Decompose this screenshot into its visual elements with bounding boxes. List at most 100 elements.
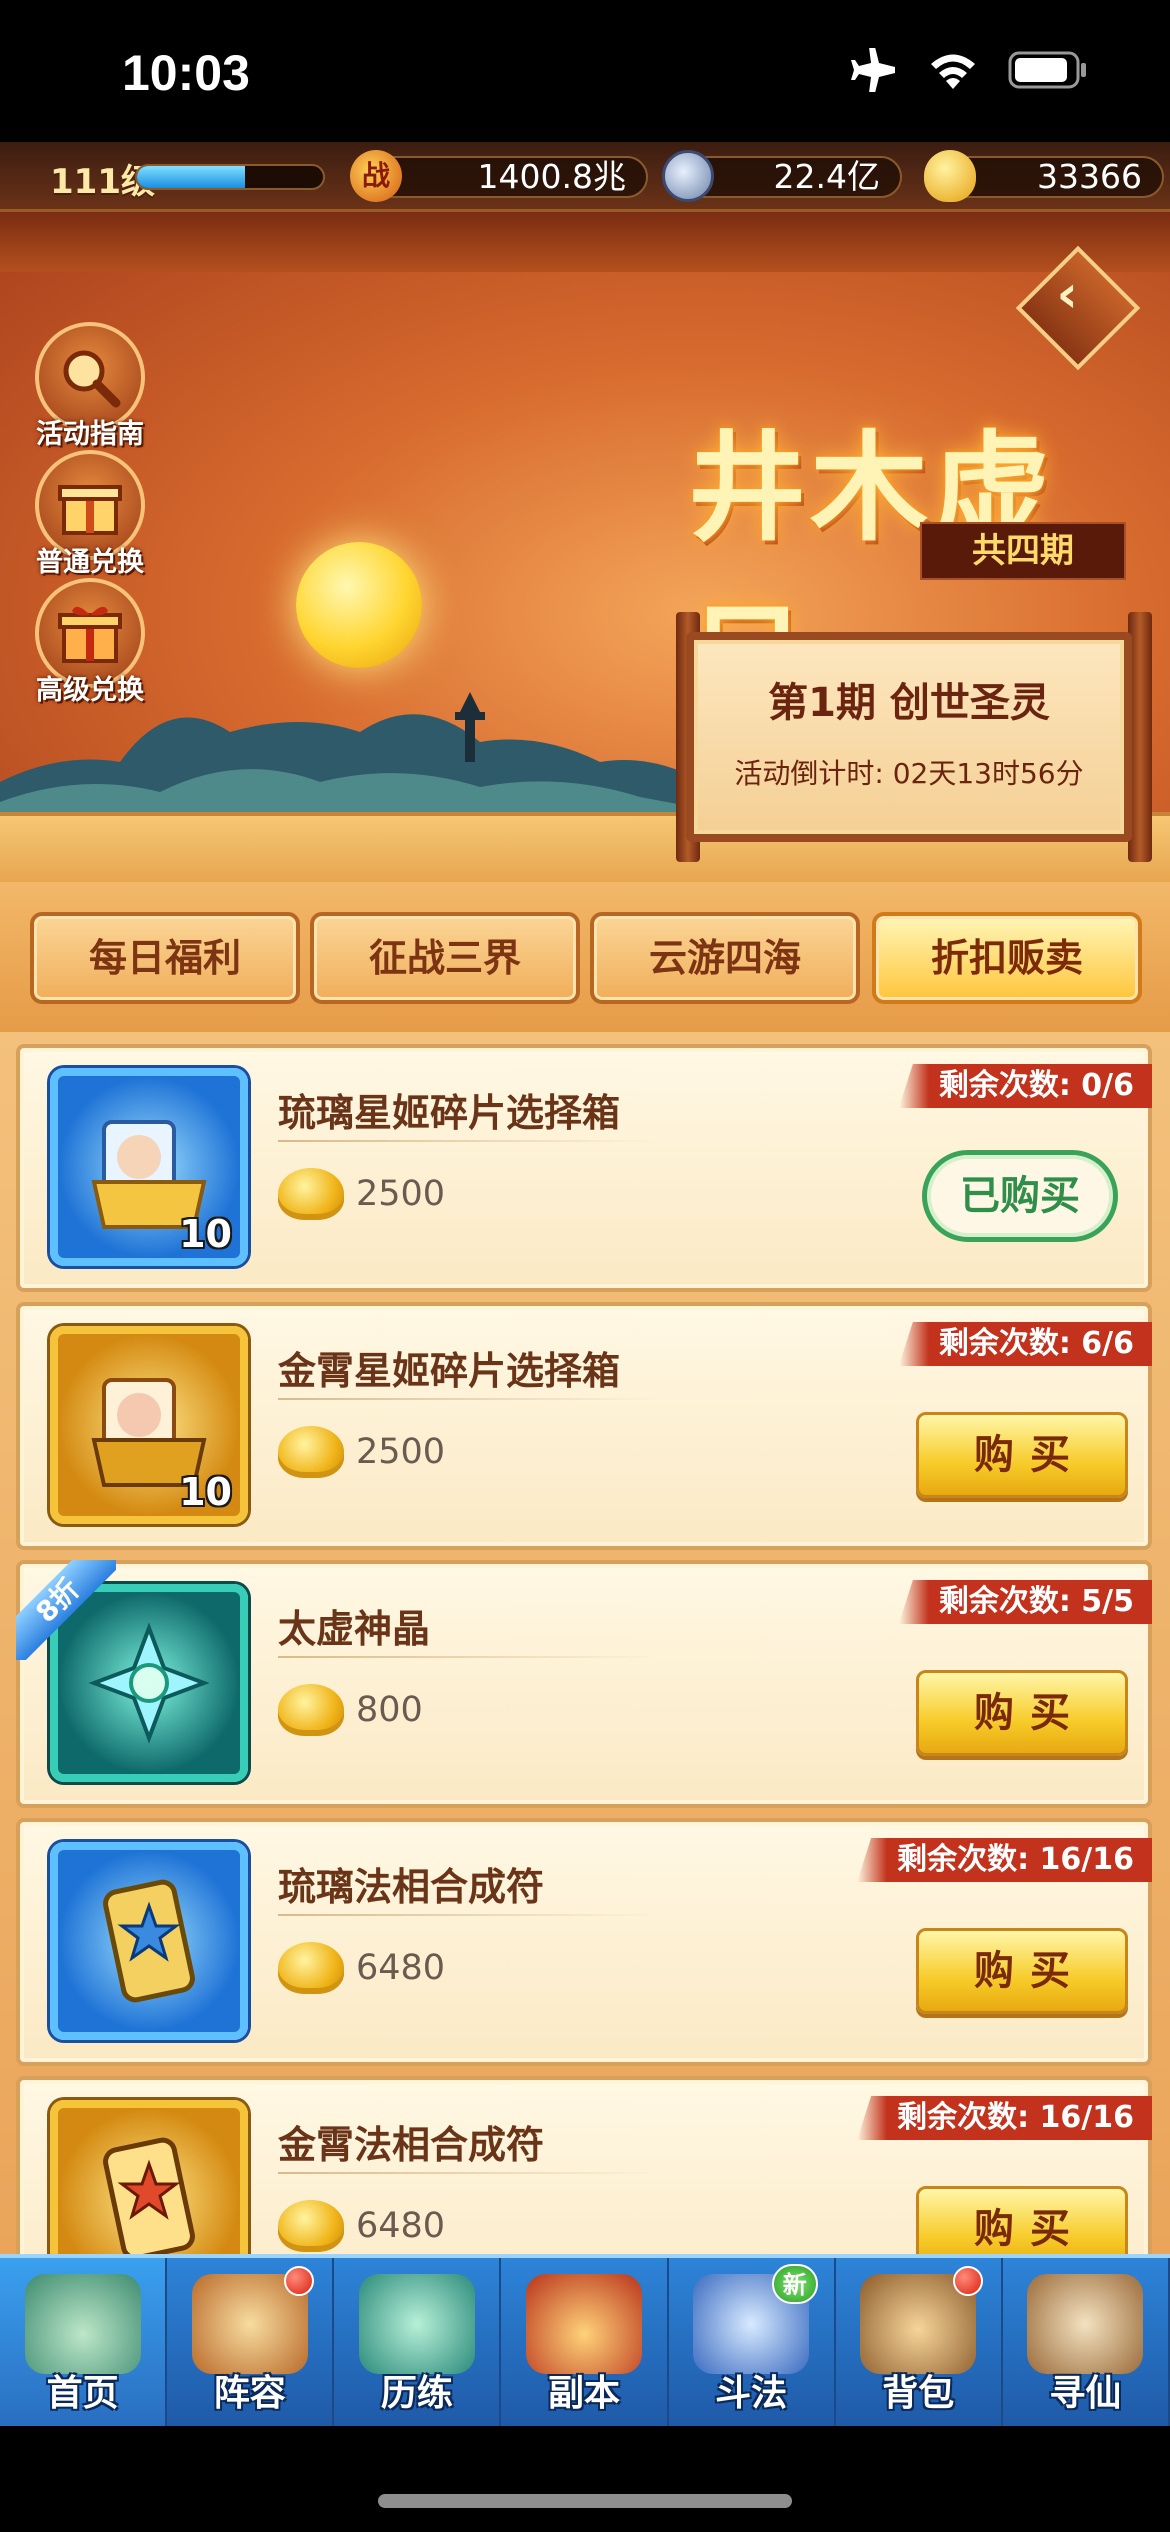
event-subtitle: 共四期 <box>920 522 1126 580</box>
gold-ingot-icon <box>278 1426 344 1478</box>
shop-item: 10 琉璃星姬碎片选择箱 2500 剩余次数: 0/6 已购买 <box>16 1044 1152 1292</box>
status-time: 10:03 <box>122 45 250 101</box>
price-value: 800 <box>356 1690 423 1730</box>
gold-ingot-icon <box>278 1942 344 1994</box>
price-value: 2500 <box>356 1432 446 1472</box>
nav-lineup[interactable]: 阵容 <box>167 2258 335 2426</box>
fragment-chest-icon[interactable]: 10 <box>50 1068 248 1266</box>
item-name: 金霄星姬碎片选择箱 <box>278 1349 621 1393</box>
gold-ingot-icon <box>278 1684 344 1736</box>
fragment-chest-icon[interactable]: 10 <box>50 1326 248 1524</box>
home-indicator[interactable] <box>378 2494 792 2508</box>
divider <box>278 2172 658 2174</box>
shop-item: 金霄法相合成符 6480 剩余次数: 16/16 购买 <box>16 2076 1152 2254</box>
price-value: 6480 <box>356 2206 446 2246</box>
discount-label: 8折 <box>16 1560 116 1660</box>
item-quantity: 10 <box>179 1470 232 1514</box>
buy-button[interactable]: 购买 <box>916 1412 1128 1498</box>
item-price: 6480 <box>278 2200 445 2252</box>
nav-dungeon[interactable]: 副本 <box>501 2258 669 2426</box>
bottom-nav: 首页 阵容 历练 副本 新 斗法 背包 寻仙 <box>0 2254 1170 2426</box>
period-title: 第1期 创世圣灵 <box>768 680 1050 726</box>
tab-daily-welfare[interactable]: 每日福利 <box>30 912 300 1004</box>
nav-lineup-label: 阵容 <box>213 2373 286 2414</box>
gold-ingot-icon <box>278 2200 344 2252</box>
normal-exchange-label: 普通兑换 <box>36 547 144 578</box>
nav-home[interactable]: 首页 <box>0 2258 168 2426</box>
activity-guide-label: 活动指南 <box>36 419 144 450</box>
countdown-text: 活动倒计时: 02天13时56分 <box>734 757 1084 790</box>
divider <box>278 1656 658 1658</box>
notification-dot <box>952 2266 983 2296</box>
remaining-count: 剩余次数: 6/6 <box>898 1322 1152 1366</box>
silver-coin-icon <box>662 150 714 202</box>
tab-campaign[interactable]: 征战三界 <box>310 912 580 1004</box>
item-name: 太虚神晶 <box>278 1607 431 1651</box>
silver-value: 22.4亿 <box>682 156 902 198</box>
buy-button[interactable]: 购买 <box>916 1670 1128 1756</box>
status-bar: 10:03 <box>0 0 1170 142</box>
nav-training[interactable]: 历练 <box>334 2258 502 2426</box>
discount-badge: 8折 <box>16 1560 116 1660</box>
tab-travel[interactable]: 云游四海 <box>590 912 860 1004</box>
remaining-count: 剩余次数: 16/16 <box>857 2096 1152 2140</box>
status-icons <box>850 48 1088 92</box>
event-banner: 活动指南 普通兑换 高级兑换 ‹ 井木虚日 共四期 第1期 创世圣灵 活动倒计时… <box>0 212 1170 882</box>
home-indicator-area <box>0 2426 1170 2532</box>
shop-item: 8折 太虚神晶 800 剩余次数: 5/5 购买 <box>16 1560 1152 1808</box>
nav-seek-immortal[interactable]: 寻仙 <box>1003 2258 1170 2426</box>
tab-bar: 每日福利 征战三界 云游四海 折扣贩卖 <box>0 882 1170 1032</box>
wifi-icon <box>931 54 975 89</box>
gold-ingot-icon <box>278 1168 344 1220</box>
talisman-icon[interactable] <box>50 2100 248 2254</box>
item-name: 琉璃法相合成符 <box>278 1865 545 1909</box>
nav-home-label: 首页 <box>46 2373 119 2414</box>
item-quantity: 10 <box>179 1212 232 1256</box>
nav-seek-immortal-label: 寻仙 <box>1049 2373 1122 2414</box>
remaining-count: 剩余次数: 5/5 <box>898 1580 1152 1624</box>
advanced-exchange-button[interactable]: 高级兑换 <box>30 578 150 707</box>
temple-gate-icon <box>525 2274 642 2374</box>
price-value: 6480 <box>356 1948 446 1988</box>
activity-guide-button[interactable]: 活动指南 <box>30 322 150 451</box>
remaining-count: 剩余次数: 16/16 <box>857 1838 1152 1882</box>
item-price: 2500 <box>278 1168 445 1220</box>
buy-button[interactable]: 购买 <box>916 2186 1128 2254</box>
scroll-map-icon <box>1027 2274 1144 2374</box>
period-scroll: 第1期 创世圣灵 活动倒计时: 02天13时56分 <box>686 632 1132 842</box>
advanced-exchange-label: 高级兑换 <box>36 675 144 706</box>
item-price: 2500 <box>278 1426 445 1478</box>
battery-icon <box>1008 51 1086 89</box>
normal-exchange-button[interactable]: 普通兑换 <box>30 450 150 579</box>
back-arrow-icon: ‹ <box>1056 264 1078 325</box>
tab-discount-sale[interactable]: 折扣贩卖 <box>872 912 1142 1004</box>
nav-bag-label: 背包 <box>882 2373 955 2414</box>
item-price: 800 <box>278 1684 423 1736</box>
resource-bar: 111级 1400.8兆 战 22.4亿 33366 <box>0 142 1170 212</box>
remaining-count: 剩余次数: 0/6 <box>898 1064 1152 1108</box>
nav-bag[interactable]: 背包 <box>836 2258 1003 2426</box>
dragon-icon <box>358 2274 475 2374</box>
price-value: 2500 <box>356 1174 446 1214</box>
shop-list[interactable]: 10 琉璃星姬碎片选择箱 2500 剩余次数: 0/6 已购买 10 金霄星姬碎… <box>0 1032 1170 2254</box>
power-icon: 战 <box>350 150 402 202</box>
notification-dot <box>284 2266 315 2296</box>
power-value: 1400.8兆 <box>372 156 648 198</box>
xp-bar <box>135 164 325 190</box>
talisman-icon[interactable] <box>50 1842 248 2040</box>
shop-item: 琉璃法相合成符 6480 剩余次数: 16/16 购买 <box>16 1818 1152 2066</box>
shop-item: 10 金霄星姬碎片选择箱 2500 剩余次数: 6/6 购买 <box>16 1302 1152 1550</box>
purchased-button: 已购买 <box>922 1150 1118 1242</box>
moon-image <box>296 542 422 668</box>
nav-duel[interactable]: 新 斗法 <box>669 2258 836 2426</box>
divider <box>278 1140 658 1142</box>
item-name: 金霄法相合成符 <box>278 2123 545 2167</box>
floating-island-icon <box>24 2274 141 2374</box>
item-name: 琉璃星姬碎片选择箱 <box>278 1091 621 1135</box>
new-badge: 新 <box>771 2264 818 2304</box>
buy-button[interactable]: 购买 <box>916 1928 1128 2014</box>
airplane-icon <box>851 48 895 92</box>
item-price: 6480 <box>278 1942 445 1994</box>
divider <box>278 1398 658 1400</box>
banner-beam <box>0 212 1170 272</box>
